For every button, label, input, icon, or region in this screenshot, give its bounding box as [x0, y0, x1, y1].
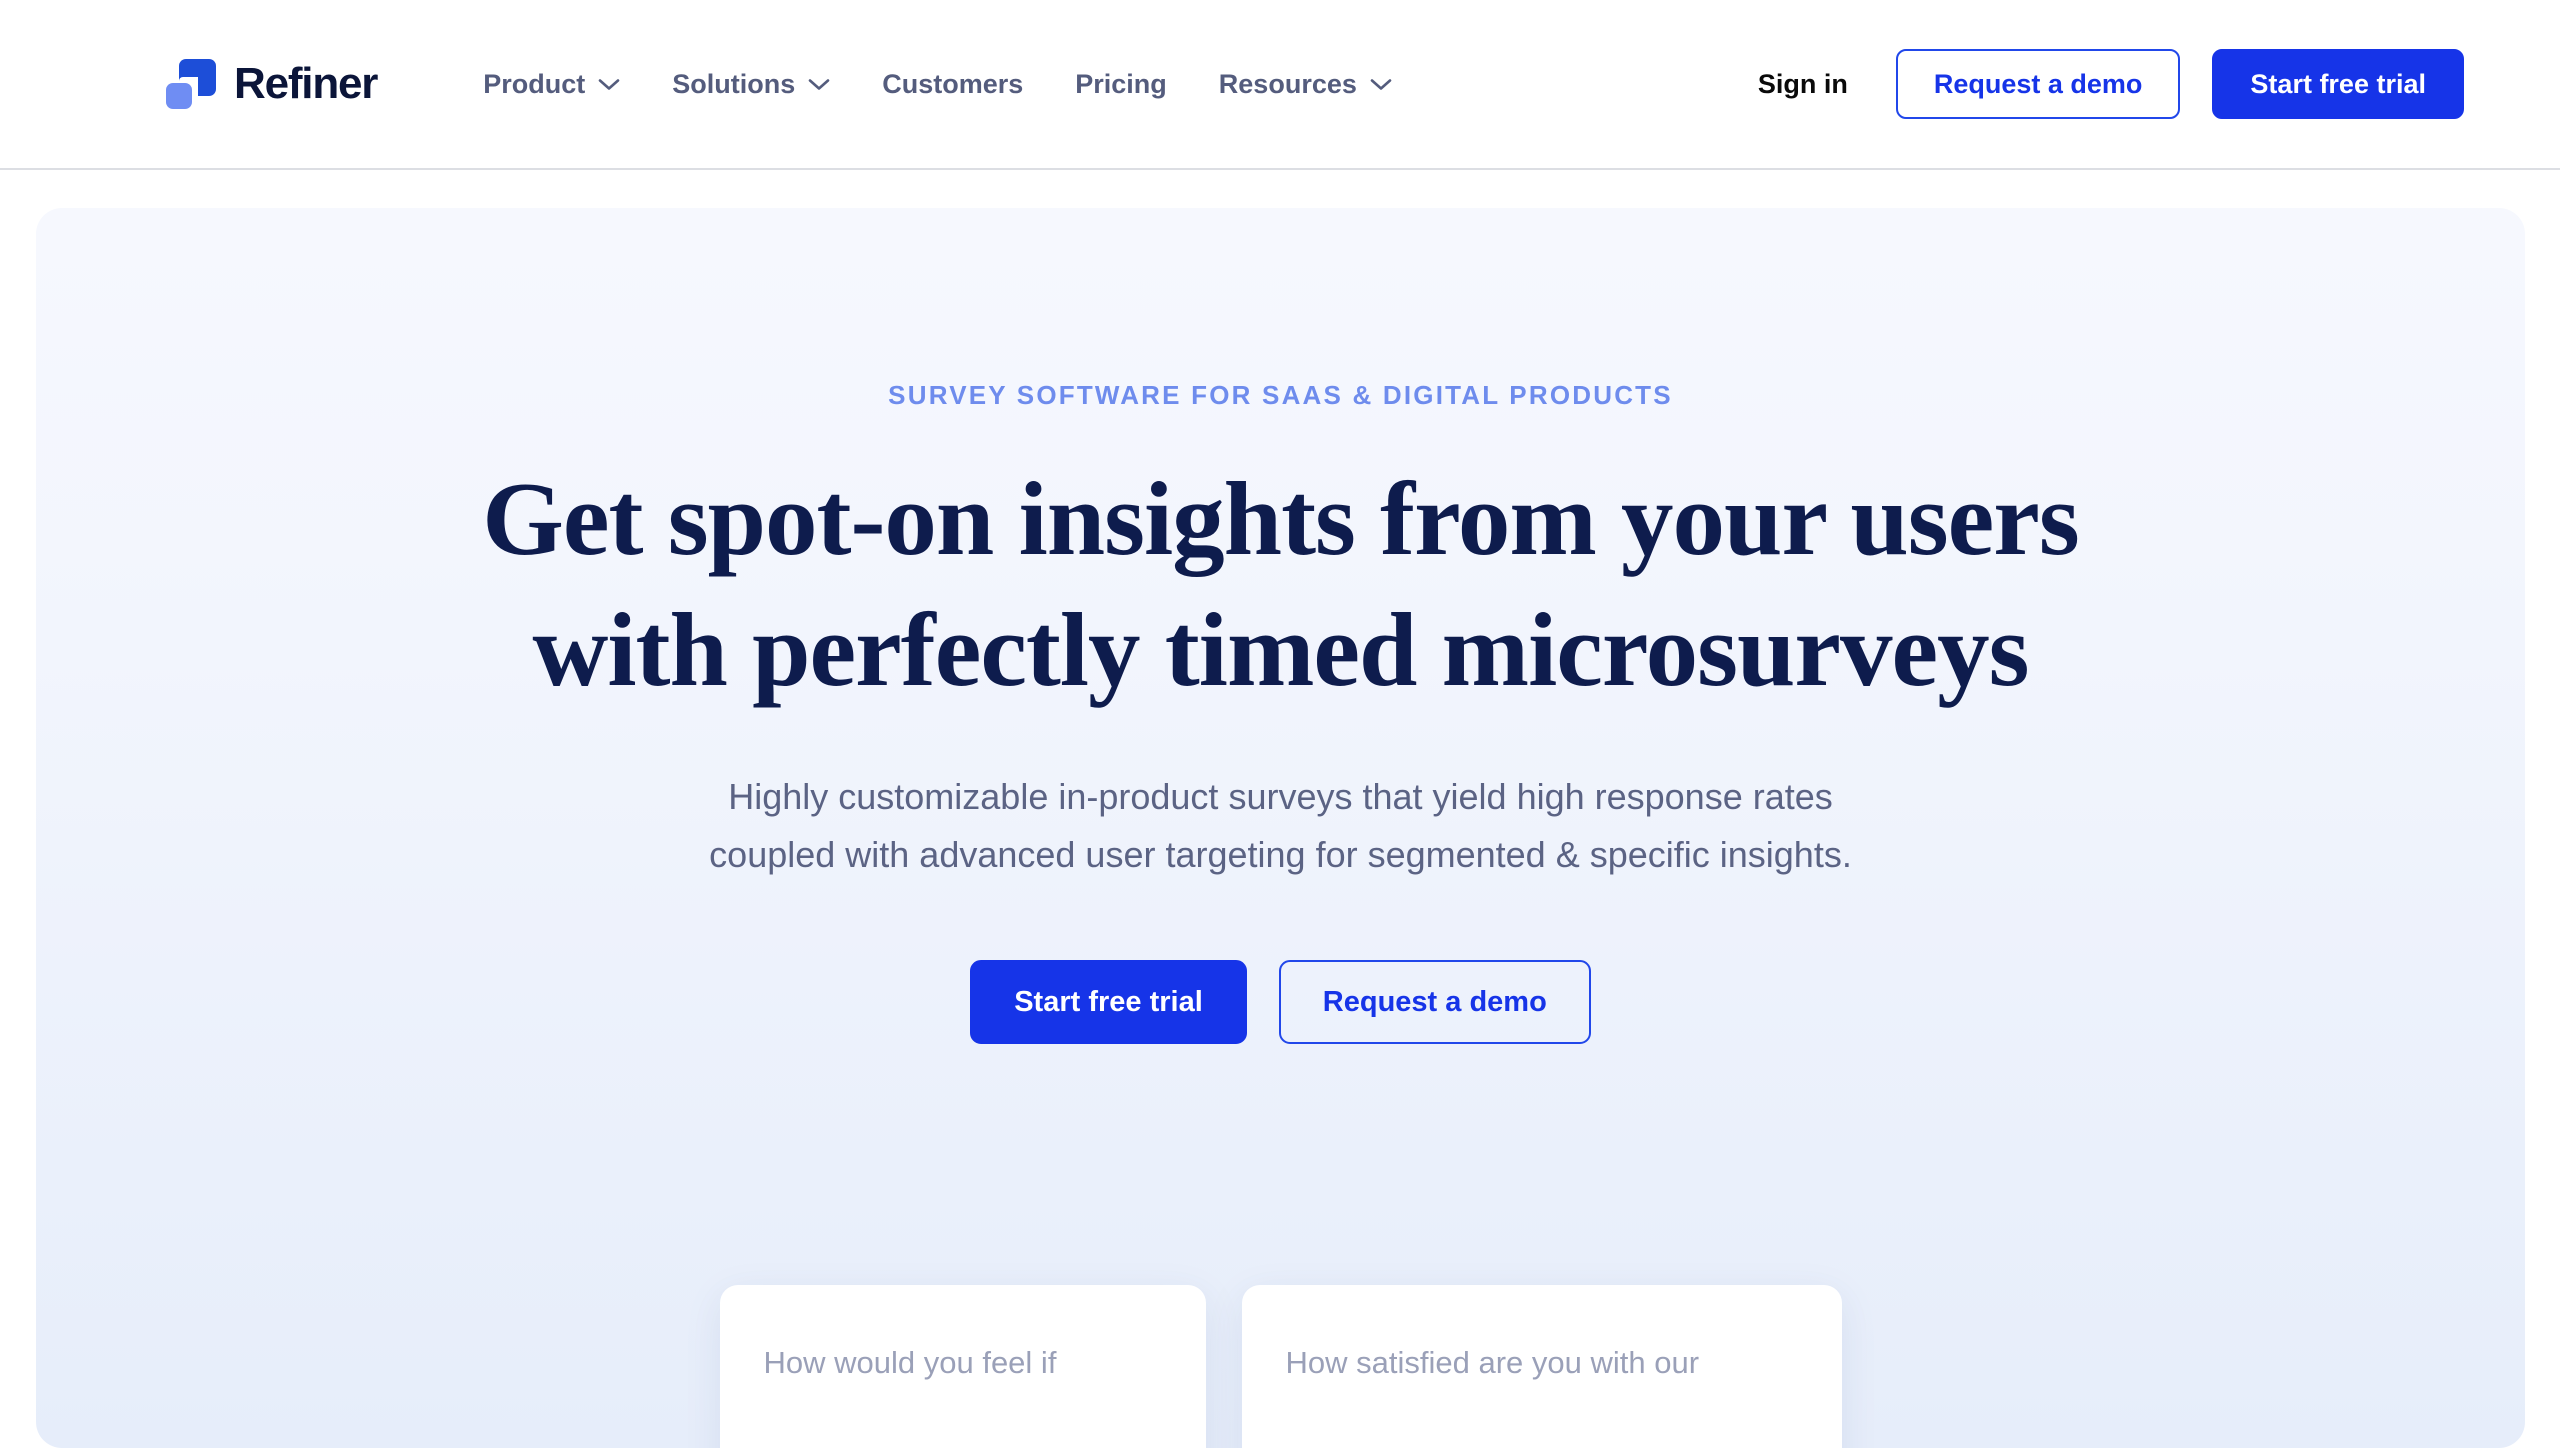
- request-demo-button[interactable]: Request a demo: [1895, 49, 2181, 119]
- hero-start-free-trial-button[interactable]: Start free trial: [970, 960, 1247, 1045]
- nav-item-label: Solutions: [672, 68, 796, 99]
- hero-eyebrow: SURVEY SOFTWARE FOR SAAS & DIGITAL PRODU…: [888, 380, 1673, 410]
- survey-question-text: How would you feel if: [763, 1345, 1057, 1380]
- nav-item-label: Pricing: [1075, 68, 1167, 99]
- main-navigation: Product Solutions Customers Pricing Reso…: [457, 59, 1418, 110]
- header-inner: Refiner Product Solutions Customers Pric…: [0, 0, 2560, 168]
- hero-subtitle: Highly customizable in-product surveys t…: [709, 775, 1852, 875]
- chevron-down-icon: [1370, 78, 1392, 91]
- nav-item-resources[interactable]: Resources: [1193, 59, 1418, 110]
- nav-item-pricing[interactable]: Pricing: [1049, 59, 1193, 110]
- chevron-down-icon: [598, 78, 620, 91]
- brand-name: Refiner: [234, 59, 378, 108]
- survey-question-text: How satisfied are you with our: [1285, 1345, 1700, 1380]
- chevron-down-icon: [808, 78, 830, 91]
- hero-section: SURVEY SOFTWARE FOR SAAS & DIGITAL PRODU…: [36, 208, 2525, 1448]
- survey-preview-card[interactable]: How satisfied are you with our: [1241, 1285, 1842, 1448]
- nav-item-product[interactable]: Product: [457, 59, 646, 110]
- nav-item-solutions[interactable]: Solutions: [646, 59, 856, 110]
- survey-preview-card[interactable]: How would you feel if: [719, 1285, 1206, 1448]
- site-header: Refiner Product Solutions Customers Pric…: [0, 0, 2560, 170]
- start-free-trial-button[interactable]: Start free trial: [2212, 49, 2464, 119]
- nav-item-label: Customers: [882, 68, 1024, 99]
- brand-logo-link[interactable]: Refiner: [166, 59, 378, 109]
- header-actions: Sign in Request a demo Start free trial: [1740, 49, 2464, 119]
- nav-item-label: Product: [483, 68, 586, 99]
- survey-preview-cards: How would you feel if How satisfied are …: [36, 1285, 2525, 1448]
- hero-content: SURVEY SOFTWARE FOR SAAS & DIGITAL PRODU…: [36, 208, 2525, 1045]
- hero-title-line-2: with perfectly timed microsurveys: [532, 591, 2030, 709]
- hero-title-line-1: Get spot-on insights from your users: [482, 460, 2079, 577]
- hero-cta-group: Start free trial Request a demo: [36, 960, 2525, 1045]
- nav-item-label: Resources: [1218, 68, 1357, 99]
- sign-in-link[interactable]: Sign in: [1740, 59, 1866, 110]
- hero-request-demo-button[interactable]: Request a demo: [1278, 960, 1591, 1045]
- page-title: Get spot-on insights from your users wit…: [331, 453, 2231, 716]
- nav-item-customers[interactable]: Customers: [856, 59, 1049, 110]
- refiner-logo-icon: [166, 59, 216, 109]
